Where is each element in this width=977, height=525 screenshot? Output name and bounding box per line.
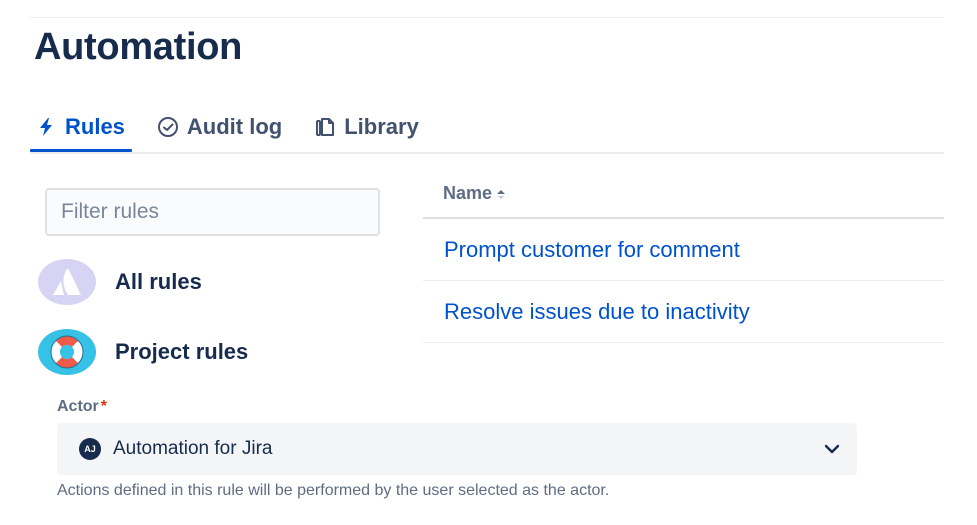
table-row: Prompt customer for comment [423, 219, 944, 281]
actor-avatar: AJ [79, 438, 101, 460]
scope-item-project-rules[interactable]: Project rules [38, 329, 248, 375]
actor-selected-value: Automation for Jira [113, 438, 273, 459]
page-title: Automation [34, 26, 243, 68]
tab-audit-log-label: Audit log [186, 114, 283, 139]
chevron-down-icon[interactable] [823, 443, 841, 455]
table-header: Name [423, 170, 944, 219]
copy-icon [314, 116, 336, 138]
actor-helper-text: Actions defined in this rule will be per… [57, 482, 610, 499]
automation-page: Automation Rules Audit log Library Filte… [0, 0, 977, 525]
name-column-header[interactable]: Name [443, 183, 506, 204]
scope-label-all-rules: All rules [115, 269, 202, 294]
tab-bar: Rules Audit log Library [30, 106, 944, 154]
tab-rules-label: Rules [65, 114, 125, 139]
lifebuoy-icon [38, 329, 96, 375]
atlassian-logo-icon [38, 259, 96, 305]
top-divider [30, 17, 944, 18]
rules-table: Name Prompt customer for comment Resolve… [423, 170, 944, 343]
lightning-icon [35, 116, 57, 138]
rule-link-resolve-issues[interactable]: Resolve issues due to inactivity [444, 299, 750, 325]
scope-label-project-rules: Project rules [115, 339, 249, 364]
filter-rules-input[interactable] [45, 188, 380, 236]
tab-library[interactable]: Library [309, 106, 426, 148]
tab-library-label: Library [344, 114, 419, 139]
check-circle-icon [157, 116, 179, 138]
rule-link-prompt-customer[interactable]: Prompt customer for comment [444, 237, 740, 263]
actor-select[interactable]: AJ Automation for Jira [57, 423, 857, 475]
required-marker: * [100, 398, 108, 415]
actor-field-label: Actor * [57, 398, 107, 416]
table-row: Resolve issues due to inactivity [423, 281, 944, 343]
tab-audit-log[interactable]: Audit log [152, 106, 289, 148]
tab-rules[interactable]: Rules [30, 106, 132, 152]
actor-label-text: Actor [57, 398, 99, 415]
sort-ascending-icon [496, 188, 506, 200]
scope-item-all-rules[interactable]: All rules [38, 259, 202, 305]
name-column-label: Name [443, 183, 493, 203]
